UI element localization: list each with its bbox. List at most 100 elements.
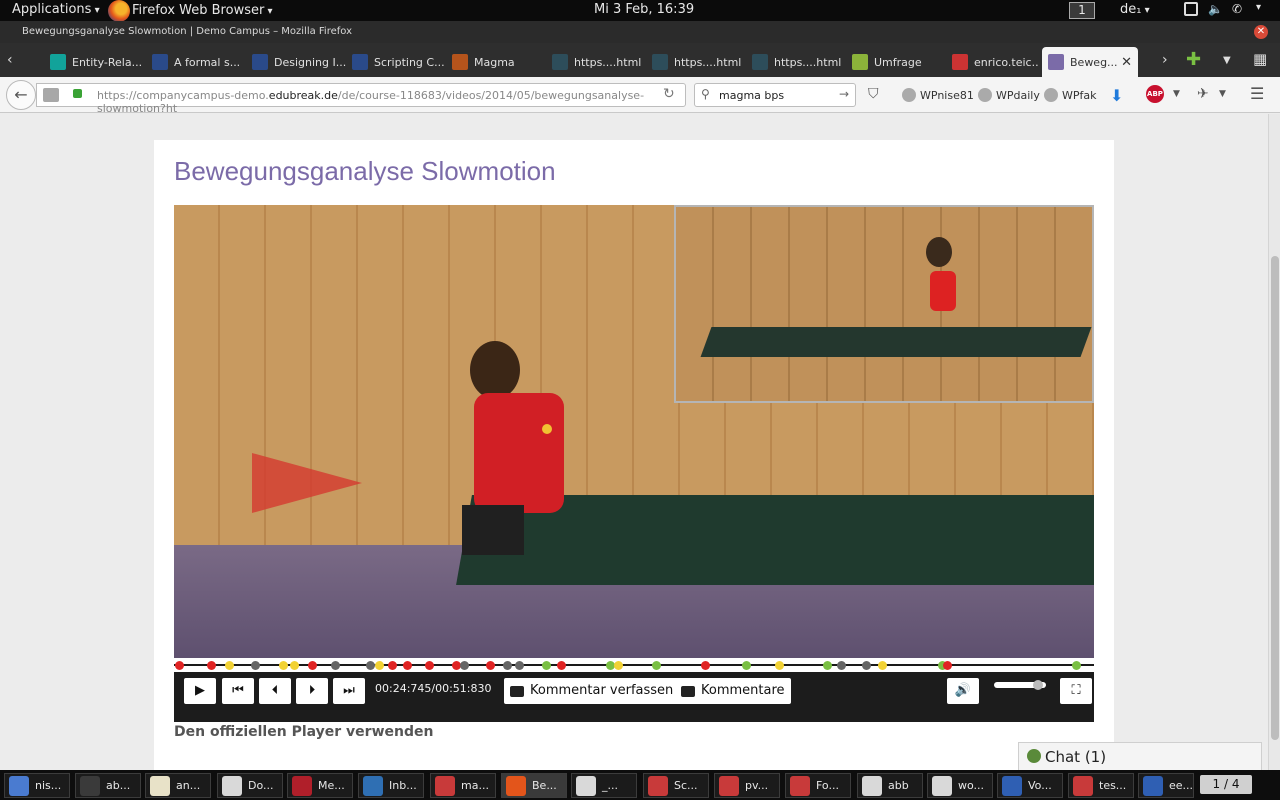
comment-marker[interactable] (503, 661, 512, 670)
taskbar-item[interactable]: nis... (4, 773, 70, 798)
taskbar-item[interactable]: Be... (501, 773, 567, 798)
taskbar-item[interactable]: abb (857, 773, 923, 798)
active-app-menu[interactable]: Firefox Web Browser (108, 0, 273, 22)
comment-marker[interactable] (652, 661, 661, 670)
taskbar-item[interactable]: Fo... (785, 773, 851, 798)
comment-marker[interactable] (366, 661, 375, 670)
tab-2[interactable]: A formal s... (146, 47, 246, 77)
volume-icon[interactable]: 🔈 (1208, 2, 1223, 16)
taskbar-item[interactable]: Do... (217, 773, 283, 798)
tab-1[interactable]: Entity-Rela... (44, 47, 144, 77)
back-button[interactable]: ← (6, 80, 36, 110)
search-go-icon[interactable]: → (839, 87, 849, 101)
comment-marker[interactable] (290, 661, 299, 670)
comment-marker[interactable] (943, 661, 952, 670)
volume-slider[interactable] (994, 680, 1046, 690)
rewind-button[interactable]: ⏮ (222, 678, 254, 704)
video-frame[interactable] (174, 205, 1094, 663)
tab-4[interactable]: Scripting C... (346, 47, 446, 77)
taskbar-item[interactable]: Vo... (997, 773, 1063, 798)
system-tray[interactable]: 🔈 ✆ ▾ (1184, 2, 1270, 16)
comment-marker[interactable] (207, 661, 216, 670)
tab-8[interactable]: https....html (746, 47, 846, 77)
pocket-icon[interactable]: ⛉ (868, 86, 879, 102)
reload-icon[interactable]: ↻ (663, 86, 675, 102)
network-icon[interactable]: ✆ (1232, 2, 1246, 16)
comment-marker[interactable] (486, 661, 495, 670)
lock-icon[interactable] (73, 89, 82, 98)
clock[interactable]: Mi 3 Feb, 16:39 (594, 2, 694, 17)
taskbar-item[interactable]: ma... (430, 773, 496, 798)
url-text[interactable]: https://companycampus-demo.edubreak.de/d… (97, 89, 685, 115)
adblock-menu-chevron-icon[interactable]: ▼ (1173, 89, 1180, 99)
play-button[interactable]: ▶ (184, 678, 216, 704)
step-back-button[interactable]: ⏴ (259, 678, 291, 704)
tab-scroll-left-icon[interactable]: ‹ (7, 52, 13, 68)
mute-button[interactable]: 🔊 (947, 678, 979, 704)
new-tab-icon[interactable]: ✚ (1186, 49, 1201, 70)
taskbar-item[interactable]: Sc... (643, 773, 709, 798)
hamburger-menu-icon[interactable]: ☰ (1250, 84, 1264, 103)
comment-marker[interactable] (862, 661, 871, 670)
close-window-icon[interactable]: ✕ (1254, 25, 1268, 39)
step-forward-button[interactable]: ⏵ (296, 678, 328, 704)
taskbar-item[interactable]: tes... (1068, 773, 1134, 798)
site-identity-icon[interactable] (43, 88, 59, 102)
comment-markers-timeline[interactable] (174, 658, 1094, 672)
search-input[interactable]: ⚲ magma bps → (694, 83, 856, 107)
comment-marker[interactable] (388, 661, 397, 670)
comment-marker[interactable] (308, 661, 317, 670)
tab-scroll-right-icon[interactable]: › (1162, 52, 1168, 68)
extension-menu-chevron-icon[interactable]: ▼ (1219, 89, 1226, 99)
tab-groups-icon[interactable]: ▦ (1253, 50, 1267, 68)
window-icon[interactable] (1184, 2, 1198, 16)
comment-marker[interactable] (515, 661, 524, 670)
volume-knob[interactable] (1033, 680, 1043, 690)
bookmark-wpdaily[interactable]: WPdaily (978, 88, 1040, 102)
comment-marker[interactable] (775, 661, 784, 670)
workspace-indicator[interactable]: 1 (1069, 2, 1095, 19)
keyboard-layout-indicator[interactable]: de₁ (1120, 2, 1150, 17)
tab-7[interactable]: https....html (646, 47, 746, 77)
tab-6[interactable]: https....html (546, 47, 646, 77)
adblock-icon[interactable]: ABP (1146, 85, 1164, 103)
fast-forward-button[interactable]: ⏭ (333, 678, 365, 704)
tab-3[interactable]: Designing I... (246, 47, 346, 77)
scrollbar-thumb[interactable] (1271, 256, 1279, 740)
applications-menu[interactable]: Applications (12, 2, 100, 17)
url-bar[interactable]: https://companycampus-demo.edubreak.de/d… (36, 83, 686, 115)
comment-marker[interactable] (542, 661, 551, 670)
taskbar-item[interactable]: wo... (927, 773, 993, 798)
comment-marker[interactable] (1072, 661, 1081, 670)
chat-panel[interactable]: Chat (1) (1018, 742, 1262, 770)
official-player-link[interactable]: Den offiziellen Player verwenden (174, 724, 433, 740)
bookmark-wpfak[interactable]: WPfak (1044, 88, 1097, 102)
taskbar-item[interactable]: Inb... (358, 773, 424, 798)
comment-marker[interactable] (175, 661, 184, 670)
comment-marker[interactable] (403, 661, 412, 670)
download-icon[interactable]: ⬇ (1110, 86, 1123, 105)
tab-list-chevron-icon[interactable]: ▼ (1223, 55, 1231, 66)
workspace-pager[interactable]: 1 / 4 (1200, 775, 1252, 794)
tab-10[interactable]: enrico.teic... (946, 47, 1038, 77)
taskbar-item[interactable]: Me... (287, 773, 353, 798)
comment-marker[interactable] (225, 661, 234, 670)
comment-marker[interactable] (425, 661, 434, 670)
extension-icon[interactable]: ✈ (1197, 86, 1209, 102)
taskbar-item[interactable]: pv... (714, 773, 780, 798)
close-tab-icon[interactable]: ✕ (1121, 55, 1132, 70)
bookmark-wpnise81[interactable]: WPnise81 (902, 88, 974, 102)
power-icon[interactable]: ▾ (1256, 2, 1270, 16)
taskbar-item[interactable]: _... (571, 773, 637, 798)
taskbar-item[interactable]: an... (145, 773, 211, 798)
comment-marker[interactable] (557, 661, 566, 670)
comment-marker[interactable] (251, 661, 260, 670)
taskbar-item[interactable]: ee... (1138, 773, 1194, 798)
comment-marker[interactable] (460, 661, 469, 670)
comments-button[interactable]: Kommentare (675, 678, 791, 704)
comment-marker[interactable] (279, 661, 288, 670)
write-comment-button[interactable]: Kommentar verfassen (504, 678, 680, 704)
comment-marker[interactable] (701, 661, 710, 670)
fullscreen-button[interactable]: ⛶ (1060, 678, 1092, 704)
tab-9[interactable]: Umfrage (846, 47, 946, 77)
